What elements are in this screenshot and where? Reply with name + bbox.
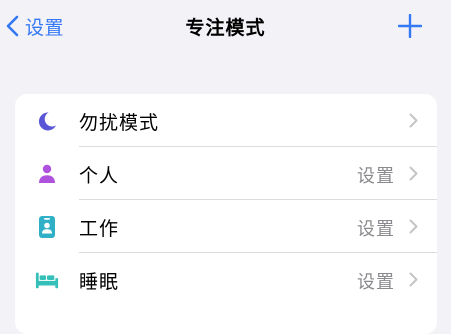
list-item-label: 个人 xyxy=(79,165,120,187)
navigation-bar: 设置 专注模式 xyxy=(0,0,451,54)
chevron-right-icon xyxy=(409,166,418,181)
person-icon xyxy=(35,163,59,185)
list-item-status: 设置 xyxy=(357,272,395,293)
moon-icon xyxy=(35,110,59,132)
chevron-right-icon xyxy=(409,272,418,287)
list-item-label: 勿扰模式 xyxy=(79,112,160,134)
list-item-status: 设置 xyxy=(357,219,395,240)
list-item-work[interactable]: 工作 设置 xyxy=(15,200,437,253)
list-item-label: 工作 xyxy=(79,218,120,240)
focus-modes-list: 勿扰模式 个人 设置 工作 设置 睡眠 设置 xyxy=(15,94,437,334)
chevron-right-icon xyxy=(409,113,418,128)
plus-icon[interactable] xyxy=(398,14,422,38)
list-item-status: 设置 xyxy=(357,166,395,187)
list-item-sleep[interactable]: 睡眠 设置 xyxy=(15,253,437,306)
list-item-personal[interactable]: 个人 设置 xyxy=(15,147,437,200)
list-item-label: 睡眠 xyxy=(79,271,120,293)
bed-icon xyxy=(35,269,59,291)
page-title: 专注模式 xyxy=(185,17,266,39)
list-item-do-not-disturb[interactable]: 勿扰模式 xyxy=(15,94,437,147)
chevron-right-icon xyxy=(409,219,418,234)
id-badge-icon xyxy=(35,216,59,238)
